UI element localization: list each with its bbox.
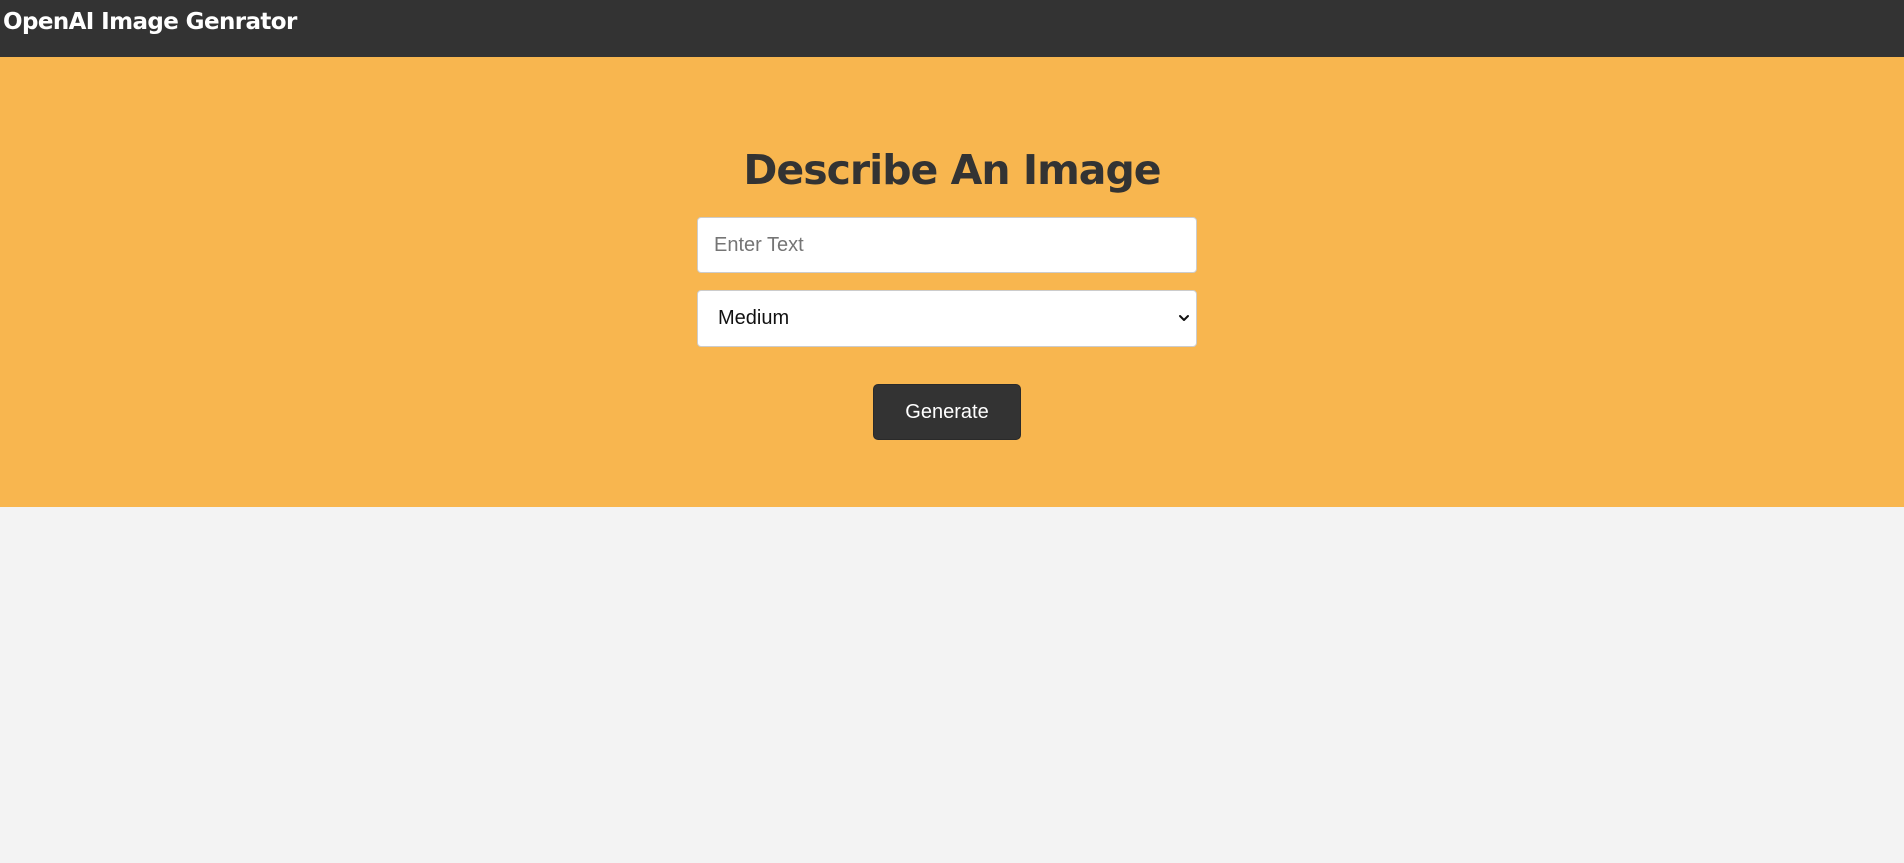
chevron-down-icon (1179, 315, 1189, 321)
generate-button[interactable]: Generate (873, 384, 1021, 440)
navbar: OpenAI Image Genrator (0, 0, 1904, 57)
prompt-input[interactable] (697, 217, 1197, 273)
size-select[interactable]: Medium (697, 290, 1197, 347)
size-select-value: Medium (718, 307, 790, 329)
app-logo-title: OpenAI Image Genrator (3, 9, 297, 35)
page-heading: Describe An Image (743, 146, 1161, 194)
showcase-section: Describe An Image Medium Generate (0, 57, 1904, 507)
